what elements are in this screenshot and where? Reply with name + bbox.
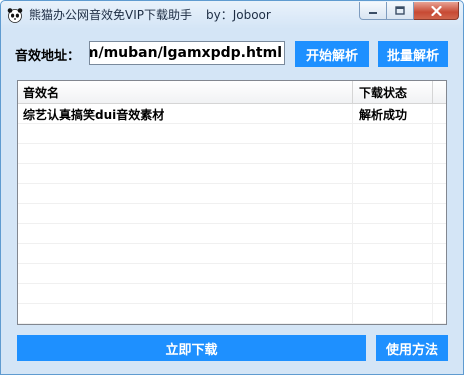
app-window: 熊猫办公网音效免VIP下载助手 by：Joboor 音效地址： https://w… bbox=[0, 0, 464, 375]
close-icon bbox=[430, 5, 442, 16]
list-item[interactable]: 综艺认真搞笑dui音效素材 解析成功 bbox=[18, 104, 446, 124]
start-parse-button[interactable]: 开始解析 bbox=[295, 41, 369, 67]
empty-row bbox=[18, 184, 446, 204]
empty-row bbox=[18, 164, 446, 184]
maximize-button[interactable] bbox=[387, 2, 414, 20]
window-title: 熊猫办公网音效免VIP下载助手 by：Joboor bbox=[29, 6, 271, 23]
empty-row bbox=[18, 244, 446, 264]
empty-row bbox=[18, 224, 446, 244]
list-rows: 综艺认真搞笑dui音效素材 解析成功 bbox=[18, 104, 446, 324]
empty-row bbox=[18, 124, 446, 144]
url-row: 音效地址： https://www.tukuppt.com/muban/lgam… bbox=[1, 41, 463, 67]
author-credit: by：Joboor bbox=[206, 8, 271, 22]
list-header: 音效名 下载状态 bbox=[18, 81, 446, 104]
empty-row bbox=[18, 304, 446, 324]
close-button[interactable] bbox=[414, 2, 459, 20]
help-button[interactable]: 使用方法 bbox=[376, 335, 448, 361]
url-input[interactable]: https://www.tukuppt.com/muban/lgamxpdp.h… bbox=[89, 41, 285, 65]
maximize-icon bbox=[395, 6, 405, 15]
empty-row bbox=[18, 204, 446, 224]
app-name: 熊猫办公网音效免VIP下载助手 bbox=[29, 8, 192, 22]
column-divider[interactable] bbox=[432, 81, 433, 103]
title-bar[interactable]: 熊猫办公网音效免VIP下载助手 by：Joboor bbox=[1, 1, 463, 29]
batch-parse-button[interactable]: 批量解析 bbox=[378, 41, 448, 67]
empty-row bbox=[18, 264, 446, 284]
column-header-status[interactable]: 下载状态 bbox=[359, 84, 407, 101]
url-label: 音效地址： bbox=[15, 49, 81, 64]
empty-row bbox=[18, 284, 446, 304]
minimize-button[interactable] bbox=[359, 2, 387, 20]
url-input-value: https://www.tukuppt.com/muban/lgamxpdp.h… bbox=[89, 45, 282, 61]
sound-name: 综艺认真搞笑dui音效素材 bbox=[23, 108, 165, 122]
download-now-button[interactable]: 立即下载 bbox=[17, 335, 366, 361]
column-divider[interactable] bbox=[352, 81, 353, 103]
column-header-name[interactable]: 音效名 bbox=[23, 84, 59, 101]
window-controls bbox=[359, 2, 459, 20]
download-status: 解析成功 bbox=[359, 108, 408, 122]
panda-icon bbox=[7, 8, 23, 23]
sound-list[interactable]: 音效名 下载状态 综艺认真搞笑dui音效素材 解析成功 bbox=[17, 80, 447, 325]
empty-row bbox=[18, 144, 446, 164]
minimize-icon bbox=[369, 11, 377, 14]
